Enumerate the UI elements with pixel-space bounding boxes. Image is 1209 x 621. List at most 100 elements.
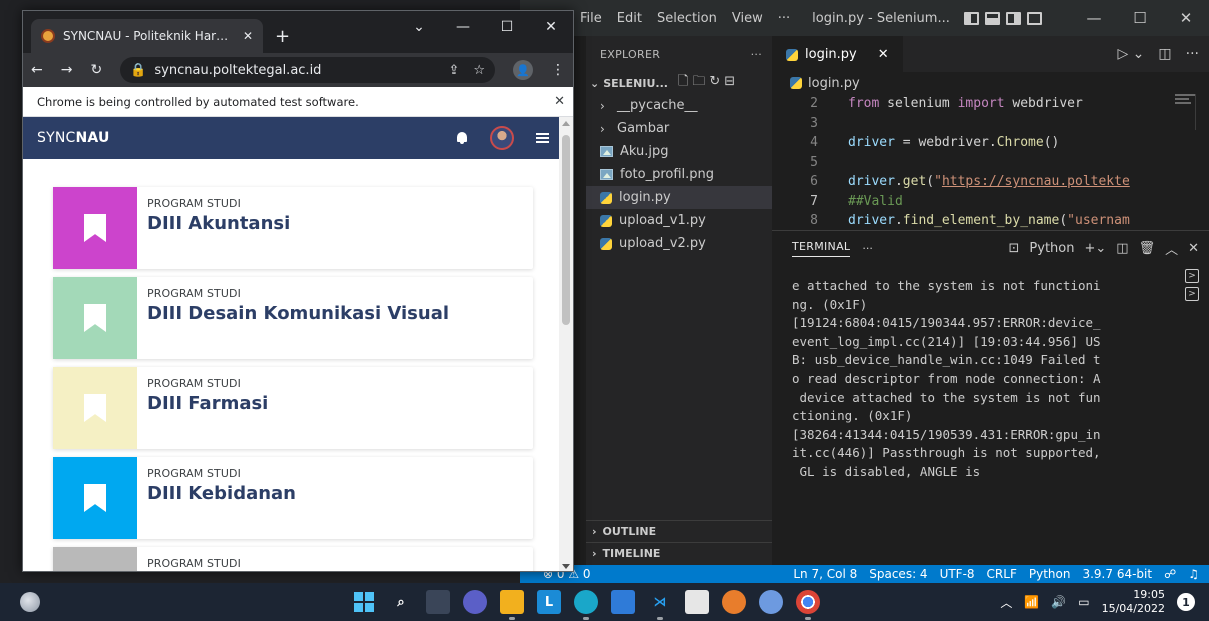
- indentation[interactable]: Spaces: 4: [869, 567, 927, 581]
- terminal-instance-icon[interactable]: >: [1185, 269, 1199, 283]
- page-scrollbar[interactable]: [559, 117, 573, 571]
- minimize-button[interactable]: —: [1071, 0, 1117, 36]
- close-panel-icon[interactable]: ✕: [1188, 241, 1199, 256]
- bell-icon[interactable]: ♫: [1188, 567, 1199, 581]
- app-d-icon[interactable]: [759, 590, 783, 614]
- code-line[interactable]: 4 driver = webdriver.Chrome(): [772, 133, 1209, 153]
- task-view-icon[interactable]: [426, 590, 450, 614]
- cursor-position[interactable]: Ln 7, Col 8: [793, 567, 857, 581]
- terminal-instance-icon[interactable]: >: [1185, 287, 1199, 301]
- toggle-sidebar-icon[interactable]: [963, 11, 979, 25]
- terminal-shell-label[interactable]: Python: [1029, 241, 1074, 256]
- tree-item[interactable]: › Gambar: [586, 117, 772, 140]
- address-bar[interactable]: 🔒 syncnau.poltektegal.ac.id ⇪ ☆: [120, 57, 495, 83]
- bell-icon[interactable]: [456, 132, 468, 144]
- app-c-icon[interactable]: [722, 590, 746, 614]
- menu-edit[interactable]: Edit: [617, 11, 642, 26]
- clock[interactable]: 19:05 15/04/2022: [1102, 588, 1165, 616]
- bookmark-star-icon[interactable]: ☆: [473, 63, 485, 78]
- menu-view[interactable]: View: [732, 11, 763, 26]
- split-editor-icon[interactable]: ◫: [1158, 46, 1171, 62]
- more-actions-icon[interactable]: ···: [1186, 46, 1199, 62]
- tree-item[interactable]: upload_v1.py: [586, 209, 772, 232]
- minimap-slider[interactable]: [1195, 94, 1209, 130]
- program-card[interactable]: PROGRAM STUDI: [53, 547, 533, 571]
- avatar[interactable]: [490, 126, 514, 150]
- language-mode[interactable]: Python: [1029, 567, 1071, 581]
- code-editor[interactable]: 2 from selenium import webdriver 3 4 driver …: [772, 94, 1209, 232]
- scroll-up-icon[interactable]: [562, 121, 570, 126]
- hamburger-menu-icon[interactable]: [536, 133, 549, 143]
- customize-layout-icon[interactable]: [1026, 11, 1042, 25]
- code-line[interactable]: 7 ##Valid: [772, 192, 1209, 212]
- toggle-secondary-sidebar-icon[interactable]: [1005, 11, 1021, 25]
- split-terminal-icon[interactable]: ◫: [1116, 241, 1128, 256]
- tab-search-button[interactable]: ⌄: [397, 11, 441, 43]
- browser-tab[interactable]: SYNCNAU - Politeknik Harapan B ✕: [31, 19, 263, 53]
- program-card[interactable]: PROGRAM STUDI DIII Farmasi: [53, 367, 533, 449]
- menu-file[interactable]: File: [580, 11, 602, 26]
- close-infobar-icon[interactable]: ✕: [554, 94, 565, 109]
- start-icon[interactable]: [352, 590, 376, 614]
- code-line[interactable]: 2 from selenium import webdriver: [772, 94, 1209, 114]
- volume-icon[interactable]: 🔊: [1051, 595, 1066, 609]
- share-icon[interactable]: ⇪: [448, 63, 459, 78]
- file-explorer-icon[interactable]: [500, 590, 524, 620]
- weather-icon[interactable]: [20, 592, 40, 612]
- tree-item[interactable]: › __pycache__: [586, 94, 772, 117]
- close-button[interactable]: ✕: [529, 11, 573, 43]
- tree-item[interactable]: login.py: [586, 186, 772, 209]
- encoding[interactable]: UTF-8: [940, 567, 975, 581]
- chrome-menu-icon[interactable]: ⋮: [551, 62, 565, 78]
- trash-icon[interactable]: 🗑: [1139, 241, 1156, 256]
- run-icon[interactable]: ▷ ⌄: [1117, 46, 1144, 62]
- code-line[interactable]: 6 driver.get("https://syncnau.poltekte: [772, 172, 1209, 192]
- edge-icon[interactable]: [574, 590, 598, 620]
- scroll-down-icon[interactable]: [562, 564, 570, 569]
- code-line[interactable]: 3: [772, 114, 1209, 134]
- app-l-icon[interactable]: L: [537, 590, 561, 614]
- wifi-icon[interactable]: 📶: [1024, 595, 1039, 609]
- vscode-icon[interactable]: ⋊: [648, 590, 672, 620]
- maximize-button[interactable]: ☐: [1117, 0, 1163, 36]
- code-line[interactable]: 5: [772, 153, 1209, 173]
- terminal-output[interactable]: e attached to the system is not function…: [792, 277, 1137, 482]
- profile-avatar-icon[interactable]: 👤: [513, 60, 533, 80]
- timeline-section[interactable]: › TIMELINE: [586, 542, 772, 564]
- minimize-button[interactable]: —: [441, 11, 485, 43]
- workspace-section[interactable]: ⌄ SELENIU... 🗋🗀↻⊟: [586, 72, 772, 94]
- end-of-line[interactable]: CRLF: [987, 567, 1017, 581]
- chevron-up-icon[interactable]: ︿: [1000, 594, 1012, 611]
- tab-login-py[interactable]: login.py ✕: [772, 36, 903, 72]
- close-tab-icon[interactable]: ✕: [878, 47, 889, 62]
- app-b-icon[interactable]: [685, 590, 709, 614]
- maximize-panel-icon[interactable]: ︿: [1165, 239, 1178, 258]
- battery-icon[interactable]: ▭: [1078, 595, 1089, 609]
- program-card[interactable]: PROGRAM STUDI DIII Kebidanan: [53, 457, 533, 539]
- python-interpreter[interactable]: 3.9.7 64-bit: [1082, 567, 1152, 581]
- close-button[interactable]: ✕: [1163, 0, 1209, 36]
- new-terminal-icon[interactable]: +⌄: [1084, 241, 1106, 256]
- tree-item[interactable]: upload_v2.py: [586, 232, 772, 255]
- breadcrumb[interactable]: login.py: [772, 72, 1209, 94]
- toggle-panel-icon[interactable]: [984, 11, 1000, 25]
- lock-icon[interactable]: 🔒: [130, 63, 146, 78]
- forward-arrow-icon[interactable]: →: [61, 62, 73, 78]
- back-arrow-icon[interactable]: ←: [31, 62, 43, 78]
- search-icon[interactable]: ⌕: [389, 590, 413, 614]
- code-line[interactable]: 8 driver.find_element_by_name("usernam: [772, 211, 1209, 231]
- store-icon[interactable]: [611, 590, 635, 614]
- reload-icon[interactable]: ↻: [90, 62, 102, 78]
- maximize-button[interactable]: ☐: [485, 11, 529, 43]
- panel-more-button[interactable]: ···: [862, 242, 873, 255]
- outline-section[interactable]: › OUTLINE: [586, 520, 772, 542]
- notification-badge[interactable]: 1: [1177, 593, 1195, 611]
- brand-logo[interactable]: SYNCNAU: [37, 130, 110, 146]
- explorer-actions[interactable]: 🗋🗀↻⊟: [678, 72, 739, 94]
- menu-more[interactable]: ···: [778, 11, 790, 26]
- program-card[interactable]: PROGRAM STUDI DIII Desain Komunikasi Visu…: [53, 277, 533, 359]
- tree-item[interactable]: foto_profil.png: [586, 163, 772, 186]
- meet-icon[interactable]: [463, 590, 487, 614]
- scroll-thumb[interactable]: [562, 135, 570, 325]
- new-tab-button[interactable]: +: [275, 26, 290, 47]
